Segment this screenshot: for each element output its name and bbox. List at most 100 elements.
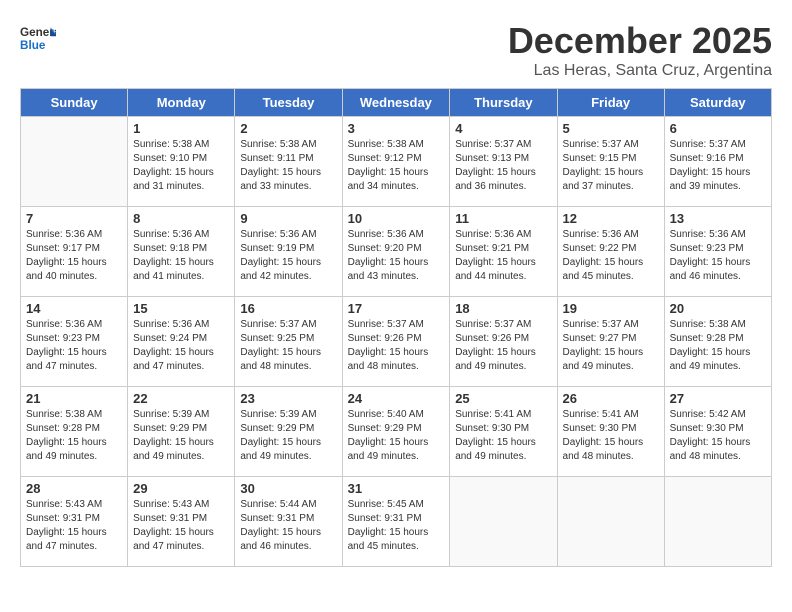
day-info: Sunrise: 5:36 AM Sunset: 9:21 PM Dayligh… (455, 228, 551, 284)
day-number: 22 (133, 391, 229, 406)
calendar-header-monday: Monday (128, 89, 235, 117)
day-info: Sunrise: 5:37 AM Sunset: 9:27 PM Dayligh… (563, 318, 659, 374)
day-number: 5 (563, 121, 659, 136)
day-info: Sunrise: 5:40 AM Sunset: 9:29 PM Dayligh… (348, 408, 445, 464)
day-number: 31 (348, 481, 445, 496)
calendar-cell (21, 117, 128, 207)
calendar-cell (450, 477, 557, 567)
calendar-cell: 23Sunrise: 5:39 AM Sunset: 9:29 PM Dayli… (235, 387, 342, 477)
day-info: Sunrise: 5:37 AM Sunset: 9:13 PM Dayligh… (455, 138, 551, 194)
calendar-cell: 12Sunrise: 5:36 AM Sunset: 9:22 PM Dayli… (557, 207, 664, 297)
calendar-cell: 30 Sunrise: 5:44 AM Sunset: 9:31 PM Dayli… (235, 477, 342, 567)
calendar-cell: 6 Sunrise: 5:37 AM Sunset: 9:16 PM Daylig… (664, 117, 771, 207)
day-info: Sunrise: 5:38 AM Sunset: 9:12 PM Dayligh… (348, 138, 445, 194)
page-header: General Blue December 2025 Las Heras, Sa… (20, 20, 772, 80)
calendar-cell: 8Sunrise: 5:36 AM Sunset: 9:18 PM Daylig… (128, 207, 235, 297)
day-info: Sunrise: 5:43 AM Sunset: 9:31 PM Dayligh… (26, 498, 122, 554)
calendar-cell (557, 477, 664, 567)
day-number: 4 (455, 121, 551, 136)
calendar-cell: 21Sunrise: 5:38 AM Sunset: 9:28 PM Dayli… (21, 387, 128, 477)
calendar-cell: 28 Sunrise: 5:43 AM Sunset: 9:31 PM Dayli… (21, 477, 128, 567)
svg-text:Blue: Blue (20, 39, 46, 52)
calendar-cell: 25 Sunrise: 5:41 AM Sunset: 9:30 PM Dayli… (450, 387, 557, 477)
calendar-cell: 22 Sunrise: 5:39 AM Sunset: 9:29 PM Dayli… (128, 387, 235, 477)
calendar-cell: 14 Sunrise: 5:36 AM Sunset: 9:23 PM Dayli… (21, 297, 128, 387)
day-number: 2 (240, 121, 336, 136)
calendar-header-wednesday: Wednesday (342, 89, 450, 117)
day-info: Sunrise: 5:37 AM Sunset: 9:26 PM Dayligh… (455, 318, 551, 374)
calendar-table: SundayMondayTuesdayWednesdayThursdayFrid… (20, 88, 772, 567)
calendar-cell: 7 Sunrise: 5:36 AM Sunset: 9:17 PM Daylig… (21, 207, 128, 297)
day-number: 16 (240, 301, 336, 316)
day-info: Sunrise: 5:37 AM Sunset: 9:26 PM Dayligh… (348, 318, 445, 374)
calendar-week-row: 14 Sunrise: 5:36 AM Sunset: 9:23 PM Dayli… (21, 297, 772, 387)
calendar-header-row: SundayMondayTuesdayWednesdayThursdayFrid… (21, 89, 772, 117)
day-number: 17 (348, 301, 445, 316)
calendar-cell: 18Sunrise: 5:37 AM Sunset: 9:26 PM Dayli… (450, 297, 557, 387)
day-info: Sunrise: 5:41 AM Sunset: 9:30 PM Dayligh… (563, 408, 659, 464)
day-number: 30 (240, 481, 336, 496)
month-title: December 2025 (508, 20, 772, 62)
day-number: 24 (348, 391, 445, 406)
day-info: Sunrise: 5:36 AM Sunset: 9:17 PM Dayligh… (26, 228, 122, 284)
day-info: Sunrise: 5:39 AM Sunset: 9:29 PM Dayligh… (133, 408, 229, 464)
calendar-cell: 9 Sunrise: 5:36 AM Sunset: 9:19 PM Daylig… (235, 207, 342, 297)
day-info: Sunrise: 5:37 AM Sunset: 9:15 PM Dayligh… (563, 138, 659, 194)
day-info: Sunrise: 5:37 AM Sunset: 9:16 PM Dayligh… (670, 138, 766, 194)
day-number: 10 (348, 211, 445, 226)
calendar-cell: 1 Sunrise: 5:38 AM Sunset: 9:10 PM Daylig… (128, 117, 235, 207)
calendar-cell: 3Sunrise: 5:38 AM Sunset: 9:12 PM Daylig… (342, 117, 450, 207)
day-info: Sunrise: 5:38 AM Sunset: 9:11 PM Dayligh… (240, 138, 336, 194)
logo-icon: General Blue (20, 20, 56, 56)
calendar-cell: 19 Sunrise: 5:37 AM Sunset: 9:27 PM Dayli… (557, 297, 664, 387)
day-number: 28 (26, 481, 122, 496)
day-info: Sunrise: 5:36 AM Sunset: 9:23 PM Dayligh… (26, 318, 122, 374)
day-info: Sunrise: 5:39 AM Sunset: 9:29 PM Dayligh… (240, 408, 336, 464)
day-number: 11 (455, 211, 551, 226)
calendar-cell (664, 477, 771, 567)
calendar-week-row: 1 Sunrise: 5:38 AM Sunset: 9:10 PM Daylig… (21, 117, 772, 207)
calendar-cell: 13Sunrise: 5:36 AM Sunset: 9:23 PM Dayli… (664, 207, 771, 297)
day-number: 8 (133, 211, 229, 226)
day-number: 19 (563, 301, 659, 316)
day-info: Sunrise: 5:36 AM Sunset: 9:20 PM Dayligh… (348, 228, 445, 284)
calendar-header-sunday: Sunday (21, 89, 128, 117)
day-number: 15 (133, 301, 229, 316)
day-number: 27 (670, 391, 766, 406)
calendar-cell: 4 Sunrise: 5:37 AM Sunset: 9:13 PM Daylig… (450, 117, 557, 207)
day-number: 20 (670, 301, 766, 316)
calendar-header-friday: Friday (557, 89, 664, 117)
day-number: 6 (670, 121, 766, 136)
day-info: Sunrise: 5:36 AM Sunset: 9:19 PM Dayligh… (240, 228, 336, 284)
day-info: Sunrise: 5:38 AM Sunset: 9:10 PM Dayligh… (133, 138, 229, 194)
calendar-week-row: 7 Sunrise: 5:36 AM Sunset: 9:17 PM Daylig… (21, 207, 772, 297)
logo: General Blue (20, 20, 60, 56)
day-info: Sunrise: 5:36 AM Sunset: 9:24 PM Dayligh… (133, 318, 229, 374)
calendar-header-saturday: Saturday (664, 89, 771, 117)
day-number: 1 (133, 121, 229, 136)
calendar-cell: 5 Sunrise: 5:37 AM Sunset: 9:15 PM Daylig… (557, 117, 664, 207)
day-info: Sunrise: 5:36 AM Sunset: 9:23 PM Dayligh… (670, 228, 766, 284)
day-info: Sunrise: 5:44 AM Sunset: 9:31 PM Dayligh… (240, 498, 336, 554)
calendar-cell: 29 Sunrise: 5:43 AM Sunset: 9:31 PM Dayli… (128, 477, 235, 567)
calendar-cell: 17 Sunrise: 5:37 AM Sunset: 9:26 PM Dayli… (342, 297, 450, 387)
calendar-cell: 10 Sunrise: 5:36 AM Sunset: 9:20 PM Dayli… (342, 207, 450, 297)
day-number: 25 (455, 391, 551, 406)
day-number: 26 (563, 391, 659, 406)
day-info: Sunrise: 5:38 AM Sunset: 9:28 PM Dayligh… (670, 318, 766, 374)
calendar-header-tuesday: Tuesday (235, 89, 342, 117)
calendar-cell: 16 Sunrise: 5:37 AM Sunset: 9:25 PM Dayli… (235, 297, 342, 387)
calendar-cell: 27Sunrise: 5:42 AM Sunset: 9:30 PM Dayli… (664, 387, 771, 477)
day-number: 14 (26, 301, 122, 316)
calendar-cell: 31Sunrise: 5:45 AM Sunset: 9:31 PM Dayli… (342, 477, 450, 567)
day-number: 7 (26, 211, 122, 226)
day-info: Sunrise: 5:41 AM Sunset: 9:30 PM Dayligh… (455, 408, 551, 464)
day-info: Sunrise: 5:36 AM Sunset: 9:22 PM Dayligh… (563, 228, 659, 284)
day-number: 29 (133, 481, 229, 496)
day-info: Sunrise: 5:43 AM Sunset: 9:31 PM Dayligh… (133, 498, 229, 554)
calendar-cell: 24 Sunrise: 5:40 AM Sunset: 9:29 PM Dayli… (342, 387, 450, 477)
calendar-week-row: 28 Sunrise: 5:43 AM Sunset: 9:31 PM Dayli… (21, 477, 772, 567)
calendar-week-row: 21Sunrise: 5:38 AM Sunset: 9:28 PM Dayli… (21, 387, 772, 477)
day-info: Sunrise: 5:37 AM Sunset: 9:25 PM Dayligh… (240, 318, 336, 374)
day-number: 9 (240, 211, 336, 226)
